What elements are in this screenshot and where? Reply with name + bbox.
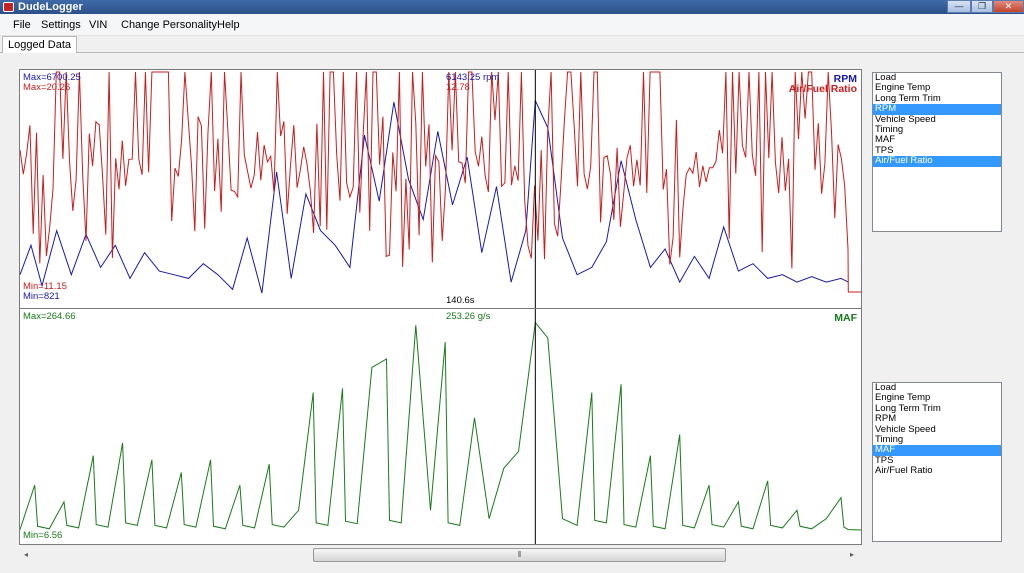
app-icon [3,2,14,12]
maf-chart[interactable]: Max=264.66 253.26 g/s MAF Min=6.56 [19,308,862,545]
cursor-time-label: 140.6s [446,295,475,306]
bottom-list-item-air-fuel-ratio[interactable]: Air/Fuel Ratio [873,465,1001,476]
bottom-list-item-rpm[interactable]: RPM [873,413,1001,424]
menu-file[interactable]: File [13,14,31,36]
maf-plot [20,309,861,544]
maf-cursor-value: 253.26 g/s [446,311,491,322]
scroll-right-arrow[interactable]: ▸ [844,547,860,563]
bottom-channel-list[interactable]: Load Engine Temp Long Term Trim RPM Vehicle … [872,382,1002,542]
afr-max-label: Max=20.26 [23,82,71,93]
horizontal-scrollbar[interactable]: ◂ ⦀ ▸ [18,547,860,563]
maf-min-label: Min=6.56 [23,530,63,541]
window-title: DudeLogger [18,1,83,13]
maf-max-label: Max=264.66 [23,311,76,322]
scroll-left-arrow[interactable]: ◂ [18,547,34,563]
top-channel-list[interactable]: Load Engine Temp Long Term Trim RPM Vehicle … [872,72,1002,232]
afr-cursor-value: 12.78 [446,82,470,93]
rpm-afr-plot [20,70,861,308]
maf-series-line [20,321,861,531]
title-bar: DudeLogger [0,0,1024,14]
rpm-min-label: Min=821 [23,291,60,302]
menu-help[interactable]: Help [217,14,240,36]
top-list-item-air-fuel-ratio[interactable]: Air/Fuel Ratio [873,155,1001,167]
rpm-afr-chart[interactable]: Max=6700.25 Max=20.26 6143.25 rpm 12.78 … [19,69,862,309]
tab-logged-data[interactable]: Logged Data [2,36,77,53]
menu-bar: File Settings VIN Change Personality Hel… [0,14,1024,36]
menu-settings[interactable]: Settings [41,14,81,36]
maf-title: MAF [834,312,857,324]
menu-change-personality[interactable]: Change Personality [121,14,217,36]
minimize-button[interactable]: — [947,0,971,13]
menu-vin[interactable]: VIN [89,14,107,36]
top-list-item-rpm[interactable]: RPM [873,103,1001,115]
afr-title: Air/Fuel Ratio [788,83,857,95]
afr-series-line [20,71,861,293]
scroll-thumb[interactable]: ⦀ [313,548,726,562]
close-button[interactable]: ✕ [993,0,1024,13]
maximize-button[interactable]: ❐ [971,0,993,13]
